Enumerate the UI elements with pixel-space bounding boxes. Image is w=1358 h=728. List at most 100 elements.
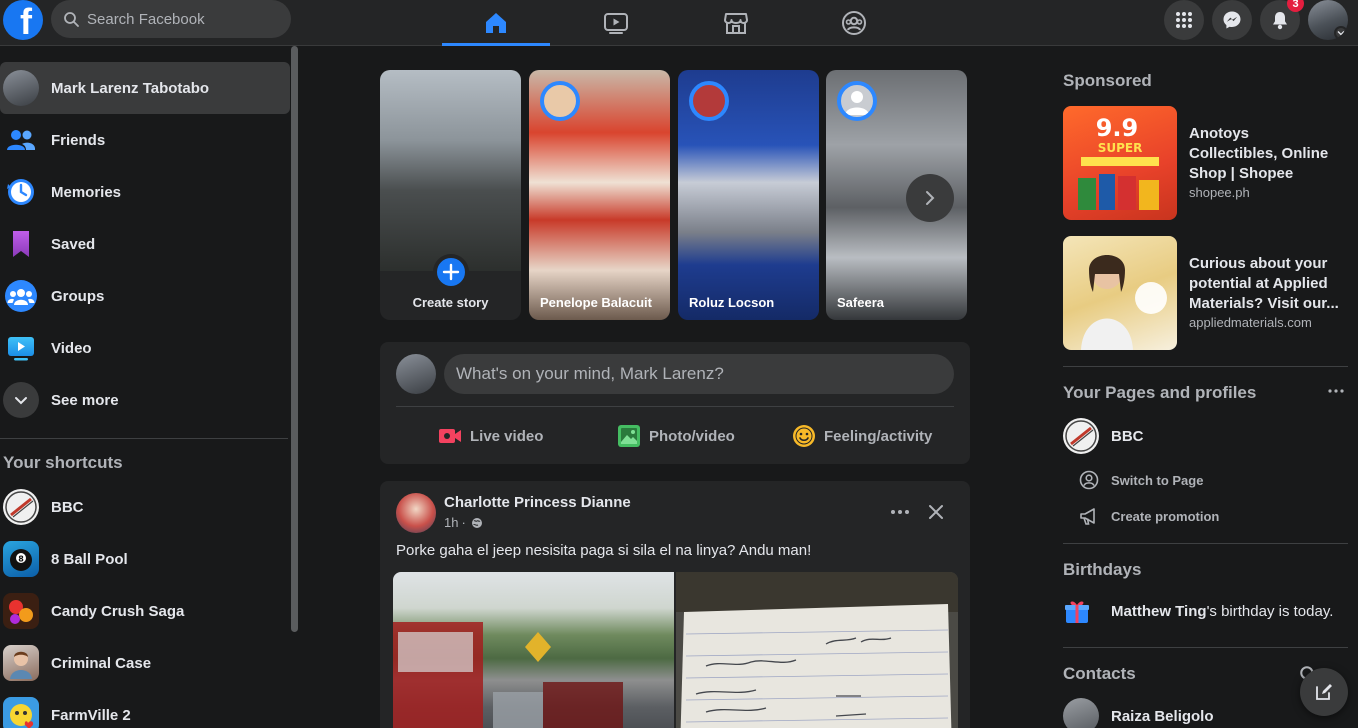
sidebar-item-groups[interactable]: Groups xyxy=(0,270,290,322)
search-bar[interactable] xyxy=(51,0,291,38)
tab-marketplace[interactable] xyxy=(682,0,790,46)
sidebar-item-memories[interactable]: Memories xyxy=(0,166,290,218)
public-globe-icon xyxy=(471,517,482,528)
top-navigation-bar: f 3 xyxy=(0,0,1358,46)
post-author-name[interactable]: Charlotte Princess Dianne xyxy=(444,494,631,511)
feed-post: Charlotte Princess Dianne 1h · Porke gah… xyxy=(380,481,970,728)
live-video-button[interactable]: Live video xyxy=(438,421,543,451)
sponsored-title: Sponsored xyxy=(1063,71,1152,90)
contact-item[interactable]: Raiza Beligolo xyxy=(1063,698,1214,728)
shortcut-label: 8 Ball Pool xyxy=(51,550,128,568)
birthday-notice[interactable]: Matthew Ting's birthday is today. xyxy=(1063,597,1333,625)
story-author-avatar xyxy=(689,81,729,121)
stories-next-button[interactable] xyxy=(906,174,954,222)
story-card[interactable]: Roluz Locson xyxy=(678,70,819,320)
notifications-button[interactable]: 3 xyxy=(1260,0,1304,40)
post-author-avatar[interactable] xyxy=(396,493,436,533)
sidebar-item-label: Memories xyxy=(51,183,122,201)
create-story-card[interactable]: Create story xyxy=(380,70,521,320)
switch-profile-icon xyxy=(1079,470,1099,490)
chevron-down-icon xyxy=(3,382,39,418)
post-photo-note[interactable] xyxy=(676,572,958,728)
story-author-name: Roluz Locson xyxy=(689,295,775,310)
post-timestamp[interactable]: 1h xyxy=(444,515,458,530)
video-play-icon xyxy=(3,330,39,366)
shortcut-label: Criminal Case xyxy=(51,654,152,672)
sponsored-ad[interactable]: Curious about your potential at Applied … xyxy=(1063,236,1348,350)
birthday-person-name: Matthew Ting xyxy=(1111,602,1207,620)
sidebar-item-friends[interactable]: Friends xyxy=(0,114,290,166)
facebook-logo[interactable]: f xyxy=(3,0,43,40)
shortcut-criminal-case[interactable]: Criminal Case xyxy=(0,637,290,689)
story-card[interactable]: Penelope Balacuit xyxy=(529,70,670,320)
shortcut-candy-crush-saga[interactable]: Candy Crush Saga xyxy=(0,585,290,637)
contact-avatar xyxy=(1063,698,1099,728)
create-promotion-button[interactable]: Create promotion xyxy=(1079,506,1219,526)
profile-story-photo xyxy=(380,70,521,271)
status-input[interactable]: What's on your mind, Mark Larenz? xyxy=(444,354,954,394)
home-icon xyxy=(486,13,506,33)
post-composer: What's on your mind, Mark Larenz? Live v… xyxy=(380,342,970,464)
ad-domain: appliedmaterials.com xyxy=(1189,315,1312,330)
sidebar-item-label: Groups xyxy=(51,287,105,305)
ad-title: Anotoys Collectibles, Online Shop | Shop… xyxy=(1189,125,1329,182)
hide-post-button[interactable] xyxy=(921,497,951,527)
contacts-title: Contacts xyxy=(1063,664,1136,683)
bbc-page-avatar xyxy=(3,489,39,525)
avatar[interactable] xyxy=(396,354,436,394)
sidebar-item-label: Saved xyxy=(51,235,96,253)
svg-text:8: 8 xyxy=(18,555,24,564)
sidebar-item-saved[interactable]: Saved xyxy=(0,218,290,270)
marketplace-icon xyxy=(724,13,748,34)
feeling-activity-button[interactable]: Feeling/activity xyxy=(792,421,932,451)
menu-button[interactable] xyxy=(1164,0,1204,40)
messenger-button[interactable] xyxy=(1212,0,1252,40)
plus-icon xyxy=(433,254,469,290)
memories-clock-icon xyxy=(3,174,39,210)
sidebar-item-profile[interactable]: Mark Larenz Tabotabo xyxy=(0,62,290,114)
pages-options-button[interactable] xyxy=(1325,380,1347,402)
ad-domain: shopee.ph xyxy=(1189,185,1250,200)
composer-divider xyxy=(396,406,954,407)
photo-icon xyxy=(618,425,640,447)
search-icon xyxy=(64,12,79,27)
page-name: BBC xyxy=(1111,427,1144,445)
sidebar-item-label: Video xyxy=(51,339,92,357)
tab-groups[interactable] xyxy=(800,0,908,46)
see-more-button[interactable]: See more xyxy=(0,374,290,426)
notification-count-badge: 3 xyxy=(1287,0,1304,12)
search-input[interactable] xyxy=(87,10,277,28)
candy-crush-app-icon xyxy=(3,593,39,629)
post-options-button[interactable] xyxy=(885,497,915,527)
post-photo-street[interactable] xyxy=(393,572,674,728)
shortcut-8-ball-pool[interactable]: 8 8 Ball Pool xyxy=(0,533,290,585)
criminal-case-app-icon xyxy=(3,645,39,681)
create-promotion-label: Create promotion xyxy=(1111,508,1220,524)
new-message-button[interactable] xyxy=(1300,668,1348,716)
story-author-avatar xyxy=(540,81,580,121)
photo-video-button[interactable]: Photo/video xyxy=(617,421,735,451)
sponsored-ad[interactable]: 9.9 SUPER Anotoys Collectibles, Online S… xyxy=(1063,106,1348,220)
sidebar-item-label: Friends xyxy=(51,131,106,149)
tab-watch[interactable] xyxy=(562,0,670,46)
smiley-icon xyxy=(793,425,815,447)
shortcut-farmville-2[interactable]: FarmVille 2 xyxy=(0,689,290,728)
video-icon xyxy=(604,13,628,34)
post-text: Porke gaha el jeep nesisita paga si sila… xyxy=(396,542,812,559)
friends-icon xyxy=(3,122,39,158)
chevron-right-icon xyxy=(926,191,935,205)
shortcuts-title: Your shortcuts xyxy=(3,453,123,472)
left-sidebar-scrollbar[interactable] xyxy=(291,46,298,632)
account-avatar-button[interactable] xyxy=(1308,0,1348,40)
tab-home[interactable] xyxy=(442,0,550,46)
shortcut-label: Candy Crush Saga xyxy=(51,602,185,620)
page-bbc[interactable]: BBC xyxy=(1063,418,1144,454)
sidebar-item-label: See more xyxy=(51,391,119,409)
sidebar-item-video[interactable]: Video xyxy=(0,322,290,374)
switch-to-page-button[interactable]: Switch to Page xyxy=(1079,470,1203,490)
shortcut-bbc[interactable]: BBC xyxy=(0,481,290,533)
grid-menu-icon xyxy=(1176,12,1192,28)
story-author-name: Safeera xyxy=(837,295,884,310)
pages-title: Your Pages and profiles xyxy=(1063,383,1257,402)
compose-edit-icon xyxy=(1316,684,1332,700)
